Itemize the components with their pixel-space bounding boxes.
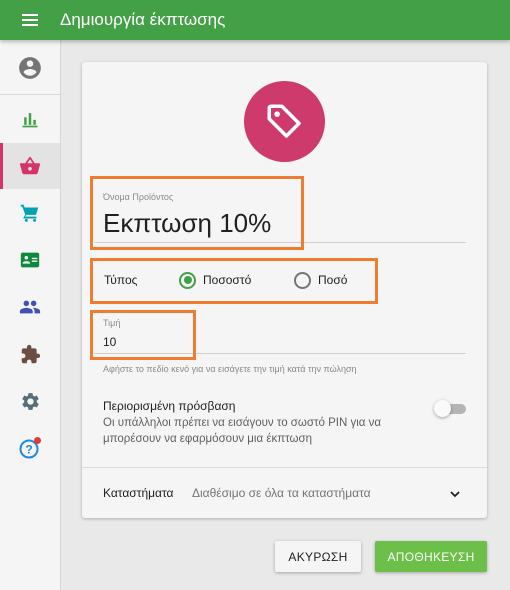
notification-dot [34,437,41,444]
sidebar-item-employees[interactable] [0,284,60,330]
sidebar-item-products[interactable] [0,143,60,189]
puzzle-icon [21,344,40,363]
highlight-name-field [90,176,304,250]
menu-button[interactable] [0,0,60,40]
sidebar-item-integrations[interactable] [0,331,60,377]
help-icon: ? [19,437,41,459]
bar-chart-icon [22,113,38,128]
sidebar: ? [0,40,61,590]
stores-value: Διαθέσιμο σε όλα τα καταστήματα [192,486,371,500]
sidebar-item-account[interactable] [0,45,60,91]
account-circle-icon [19,57,41,79]
sidebar-divider [0,94,60,95]
svg-text:?: ? [25,443,32,457]
hamburger-icon [22,14,38,26]
people-icon [19,300,41,314]
toggle-thumb [434,400,451,417]
stores-label: Καταστήματα [103,486,174,500]
sidebar-item-help[interactable]: ? [0,425,60,471]
restricted-access-description: Οι υπάλληλοι πρέπει να εισάγουν το σωστό… [103,417,382,445]
sidebar-item-customers[interactable] [0,237,60,283]
save-button[interactable]: ΑΠΟΘΗΚΕΥΣΗ [375,541,487,572]
restricted-access-title: Περιορισμένη πρόσβαση [103,399,236,413]
app-bar: Δημιουργία έκπτωσης [0,0,510,40]
highlight-price-field [90,310,196,360]
cart-icon [20,204,39,222]
shopping-basket-icon [19,156,41,175]
tag-icon [267,104,301,138]
gear-icon [21,392,39,410]
id-card-icon [20,252,40,268]
price-hint: Αφήστε το πεδίο κενό για να εισάγετε την… [103,364,357,374]
sidebar-item-reports[interactable] [0,96,60,142]
highlight-type-field [90,258,378,304]
cancel-button[interactable]: ΑΚΥΡΩΣΗ [275,541,361,572]
discount-avatar [244,81,325,162]
restricted-access-toggle[interactable] [434,400,466,418]
sidebar-item-settings[interactable] [0,378,60,424]
stores-selector[interactable]: Καταστήματα Διαθέσιμο σε όλα τα καταστήμ… [82,468,487,518]
page-title: Δημιουργία έκπτωσης [60,10,226,29]
chevron-down-icon [450,491,460,498]
sidebar-item-inventory[interactable] [0,190,60,236]
